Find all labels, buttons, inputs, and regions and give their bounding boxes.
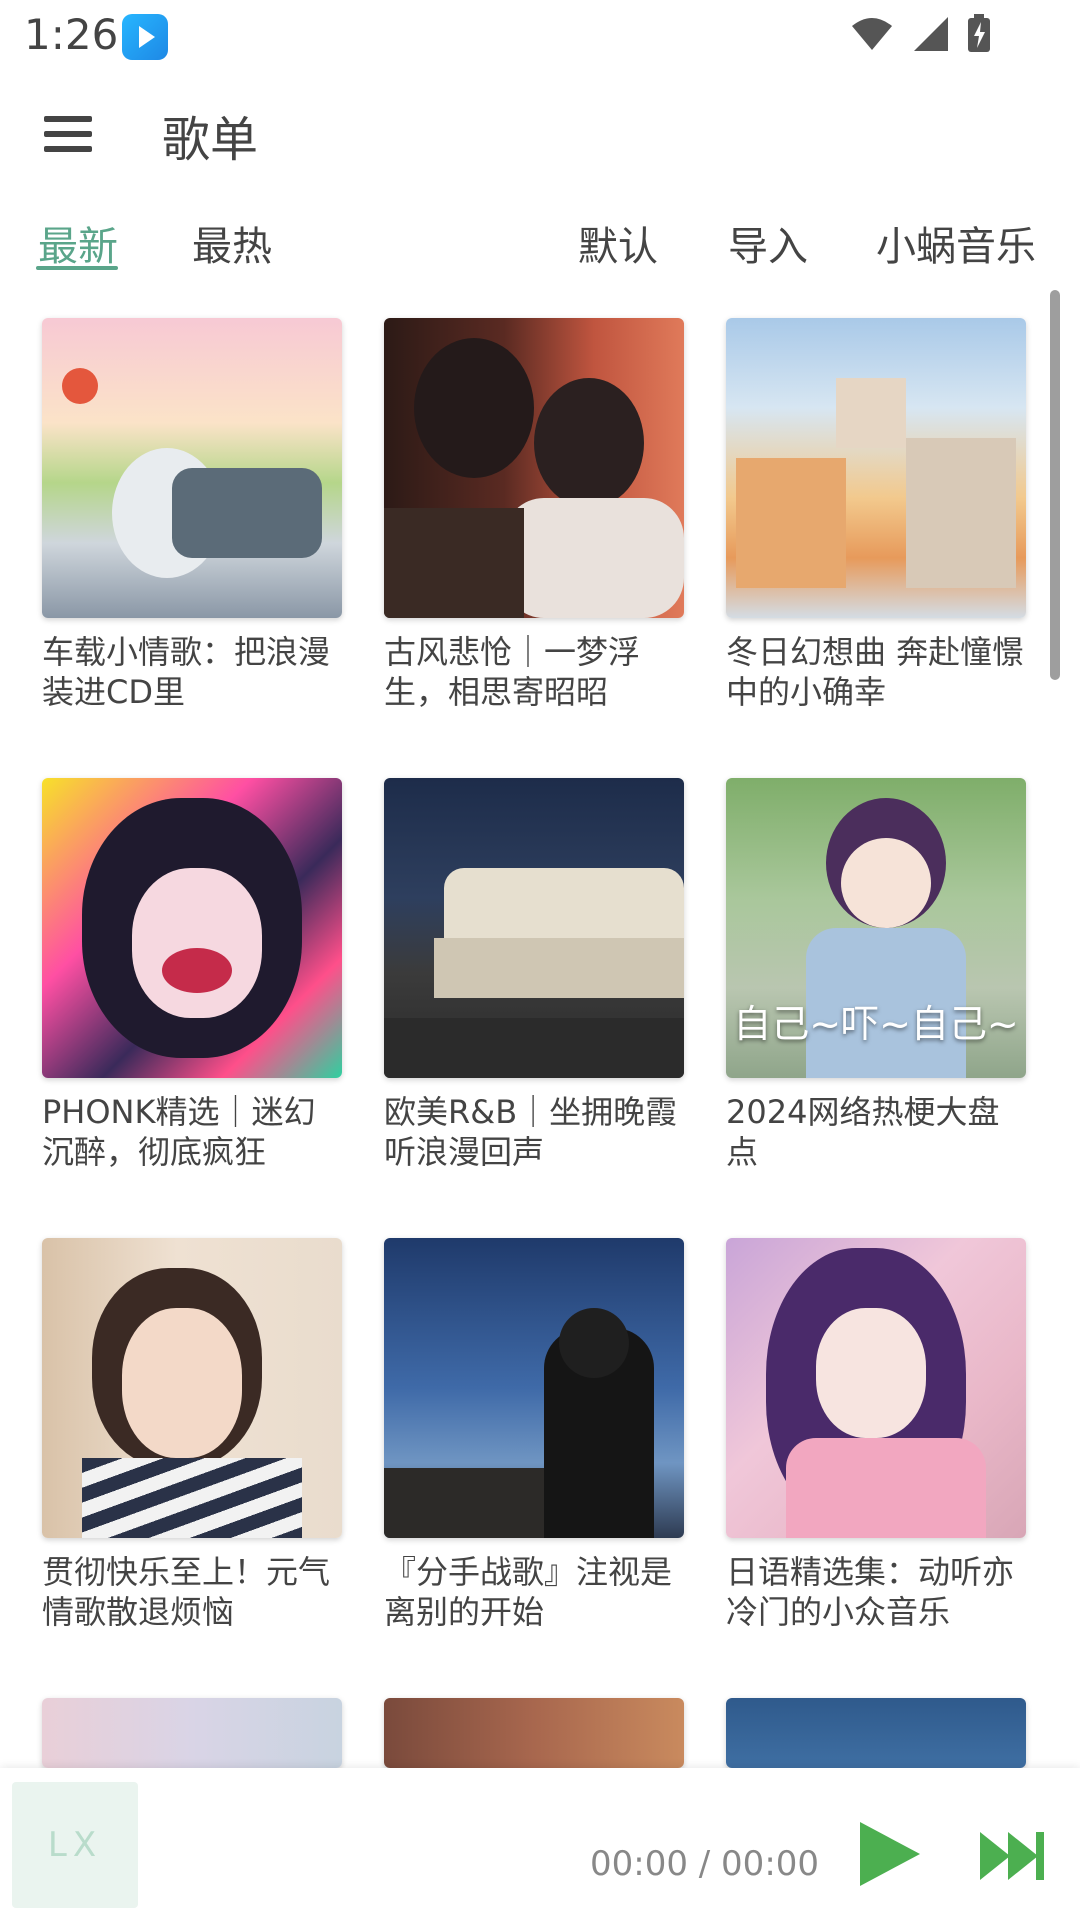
playlist-card[interactable]: 贯彻快乐至上！元气情歌散退烦恼 — [42, 1238, 342, 1632]
playlist-cover — [384, 1698, 684, 1768]
playlist-cover — [384, 778, 684, 1078]
status-time: 1:26 — [24, 10, 119, 59]
tab-hottest[interactable]: 最热 — [192, 214, 272, 272]
active-tab-indicator — [36, 266, 118, 270]
playlist-card[interactable]: 『分手战歌』注视是离别的开始 — [384, 1238, 684, 1632]
page-title: 歌单 — [162, 112, 259, 168]
playlist-cover — [42, 778, 342, 1078]
playlist-cover: 自己~吓~自己~ — [726, 778, 1026, 1078]
playlist-cover — [726, 1698, 1026, 1768]
playlist-cover — [42, 318, 342, 618]
playlist-cover — [384, 1238, 684, 1538]
playlist-title: 日语精选集：动听亦冷门的小众音乐 — [726, 1553, 1015, 1631]
status-bar: 1:26 — [0, 0, 1080, 72]
app-header: 歌单 — [0, 72, 1080, 192]
signal-icon — [914, 17, 948, 51]
playlist-title: 车载小情歌：把浪漫装进CD里 — [42, 633, 331, 711]
playback-time: 00:00 / 00:00 — [590, 1844, 820, 1884]
playlist-cover — [726, 318, 1026, 618]
skip-next-icon[interactable] — [976, 1820, 1048, 1892]
tab-latest[interactable]: 最新 — [38, 214, 118, 272]
playlist-card[interactable]: 自己~吓~自己~ 2024网络热梗大盘点 — [726, 778, 1026, 1172]
playlist-title: PHONK精选｜迷幻沉醉，彻底疯狂 — [42, 1093, 316, 1171]
tab-import[interactable]: 导入 — [728, 214, 808, 272]
wifi-icon — [852, 18, 892, 50]
tab-source[interactable]: 小蜗音乐 — [876, 214, 1036, 272]
playlist-cover — [726, 1238, 1026, 1538]
status-icons — [850, 14, 992, 54]
playlist-title: 欧美R&B｜坐拥晚霞听浪漫回声 — [384, 1093, 678, 1171]
playlist-card[interactable] — [726, 1698, 1026, 1768]
menu-icon[interactable] — [36, 102, 100, 166]
playlist-card[interactable]: 车载小情歌：把浪漫装进CD里 — [42, 318, 342, 712]
playlist-card[interactable]: 古风悲怆｜一梦浮生，相思寄昭昭 — [384, 318, 684, 712]
playlist-title: 『分手战歌』注视是离别的开始 — [384, 1553, 673, 1631]
playlist-card[interactable] — [384, 1698, 684, 1768]
playlist-card[interactable] — [42, 1698, 342, 1768]
play-icon[interactable] — [850, 1816, 926, 1892]
app-notification-icon — [122, 14, 168, 60]
playlist-cover — [384, 318, 684, 618]
playlist-cover — [42, 1238, 342, 1538]
playlist-cover — [42, 1698, 342, 1768]
playlist-card[interactable]: PHONK精选｜迷幻沉醉，彻底疯狂 — [42, 778, 342, 1172]
sort-tabs: 最新 最热 默认 导入 小蜗音乐 — [0, 200, 1080, 280]
battery-icon — [968, 14, 990, 52]
playlist-title: 2024网络热梗大盘点 — [726, 1093, 1000, 1171]
playlist-card[interactable]: 欧美R&B｜坐拥晚霞听浪漫回声 — [384, 778, 684, 1172]
tab-default[interactable]: 默认 — [578, 214, 658, 272]
scrollbar[interactable] — [1050, 290, 1060, 680]
playlist-card[interactable]: 冬日幻想曲 奔赴憧憬中的小确幸 — [726, 318, 1026, 712]
cover-caption: 自己~吓~自己~ — [733, 1002, 1019, 1046]
playlist-title: 古风悲怆｜一梦浮生，相思寄昭昭 — [384, 633, 641, 711]
playlist-title: 贯彻快乐至上！元气情歌散退烦恼 — [42, 1553, 331, 1631]
playlist-card[interactable]: 日语精选集：动听亦冷门的小众音乐 — [726, 1238, 1026, 1632]
player-cover[interactable]: LX — [12, 1782, 138, 1908]
mini-player: LX 00:00 / 00:00 — [0, 1768, 1080, 1920]
playlist-title: 冬日幻想曲 奔赴憧憬中的小确幸 — [726, 633, 1025, 711]
